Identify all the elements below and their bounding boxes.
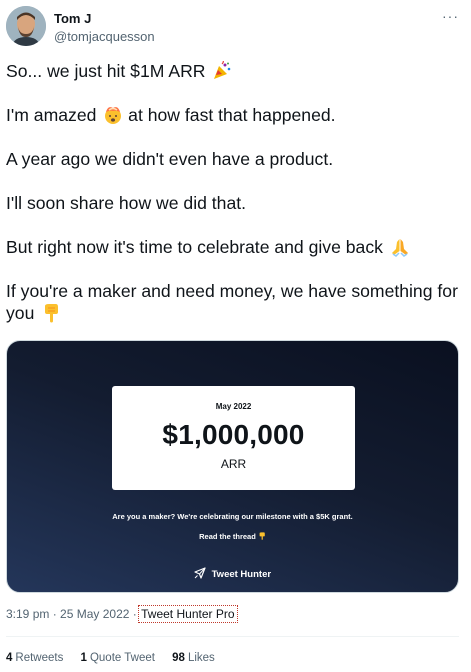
card-read-thread: Read the thread [7, 532, 458, 541]
tweet-line: I'm amazed at how fast that happened. [6, 105, 336, 125]
card-grant-text: Are you a maker? We're celebrating our m… [112, 512, 353, 521]
card-metric-label: ARR [220, 457, 247, 471]
avatar[interactable] [6, 6, 46, 46]
meta-separator: · [132, 607, 137, 621]
party-popper-icon [214, 61, 231, 79]
tweet-line: A year ago we didn't even have a product… [6, 149, 334, 169]
pointing-down-icon [259, 532, 265, 540]
card-amount: $1,000,000 [162, 419, 305, 450]
exploding-head-icon [105, 107, 122, 124]
likes-stat[interactable]: 98 Likes [172, 652, 215, 664]
user-handle[interactable]: @tomjacquesson [54, 29, 155, 45]
tweet-text: So... we just hit $1M ARR I'm amazed at … [6, 60, 462, 346]
engagement-stats: 4 Retweets 1 Quote Tweet 98 Likes [6, 650, 229, 666]
media-card[interactable]: May 2022 $1,000,000 ARR Are you a maker?… [6, 340, 459, 593]
tweet-line: I'll soon share how we did that. [6, 193, 247, 213]
meta-separator: · [52, 607, 57, 621]
retweets-stat[interactable]: 4 Retweets [6, 652, 63, 664]
tweet-line: So... we just hit $1M ARR [6, 60, 462, 82]
more-options-icon[interactable]: ··· [442, 8, 459, 24]
card-brand: Tweet Hunter [7, 567, 458, 580]
tweet-meta: 3:19 pm · 25 May 2022 · Tweet Hunter Pro [6, 605, 238, 623]
pointing-down-icon [45, 304, 59, 323]
paper-plane-icon [194, 567, 206, 579]
tweet-source-link[interactable]: Tweet Hunter Pro [138, 605, 238, 623]
card-metric-box: May 2022 $1,000,000 ARR [112, 386, 355, 490]
card-date: May 2022 [215, 402, 252, 411]
tweet-header: Tom J @tomjacquesson ··· [6, 6, 465, 50]
tweet-date[interactable]: 25 May 2022 [60, 607, 129, 621]
tweet-time[interactable]: 3:19 pm [6, 607, 49, 621]
praying-hands-icon [391, 239, 408, 257]
display-name[interactable]: Tom J [54, 11, 155, 27]
divider [6, 636, 459, 637]
tweet-line: But right now it's time to celebrate and… [6, 236, 462, 258]
tweet-line: If you're a maker and need money, we hav… [6, 281, 458, 323]
quote-tweets-stat[interactable]: 1 Quote Tweet [81, 652, 155, 664]
